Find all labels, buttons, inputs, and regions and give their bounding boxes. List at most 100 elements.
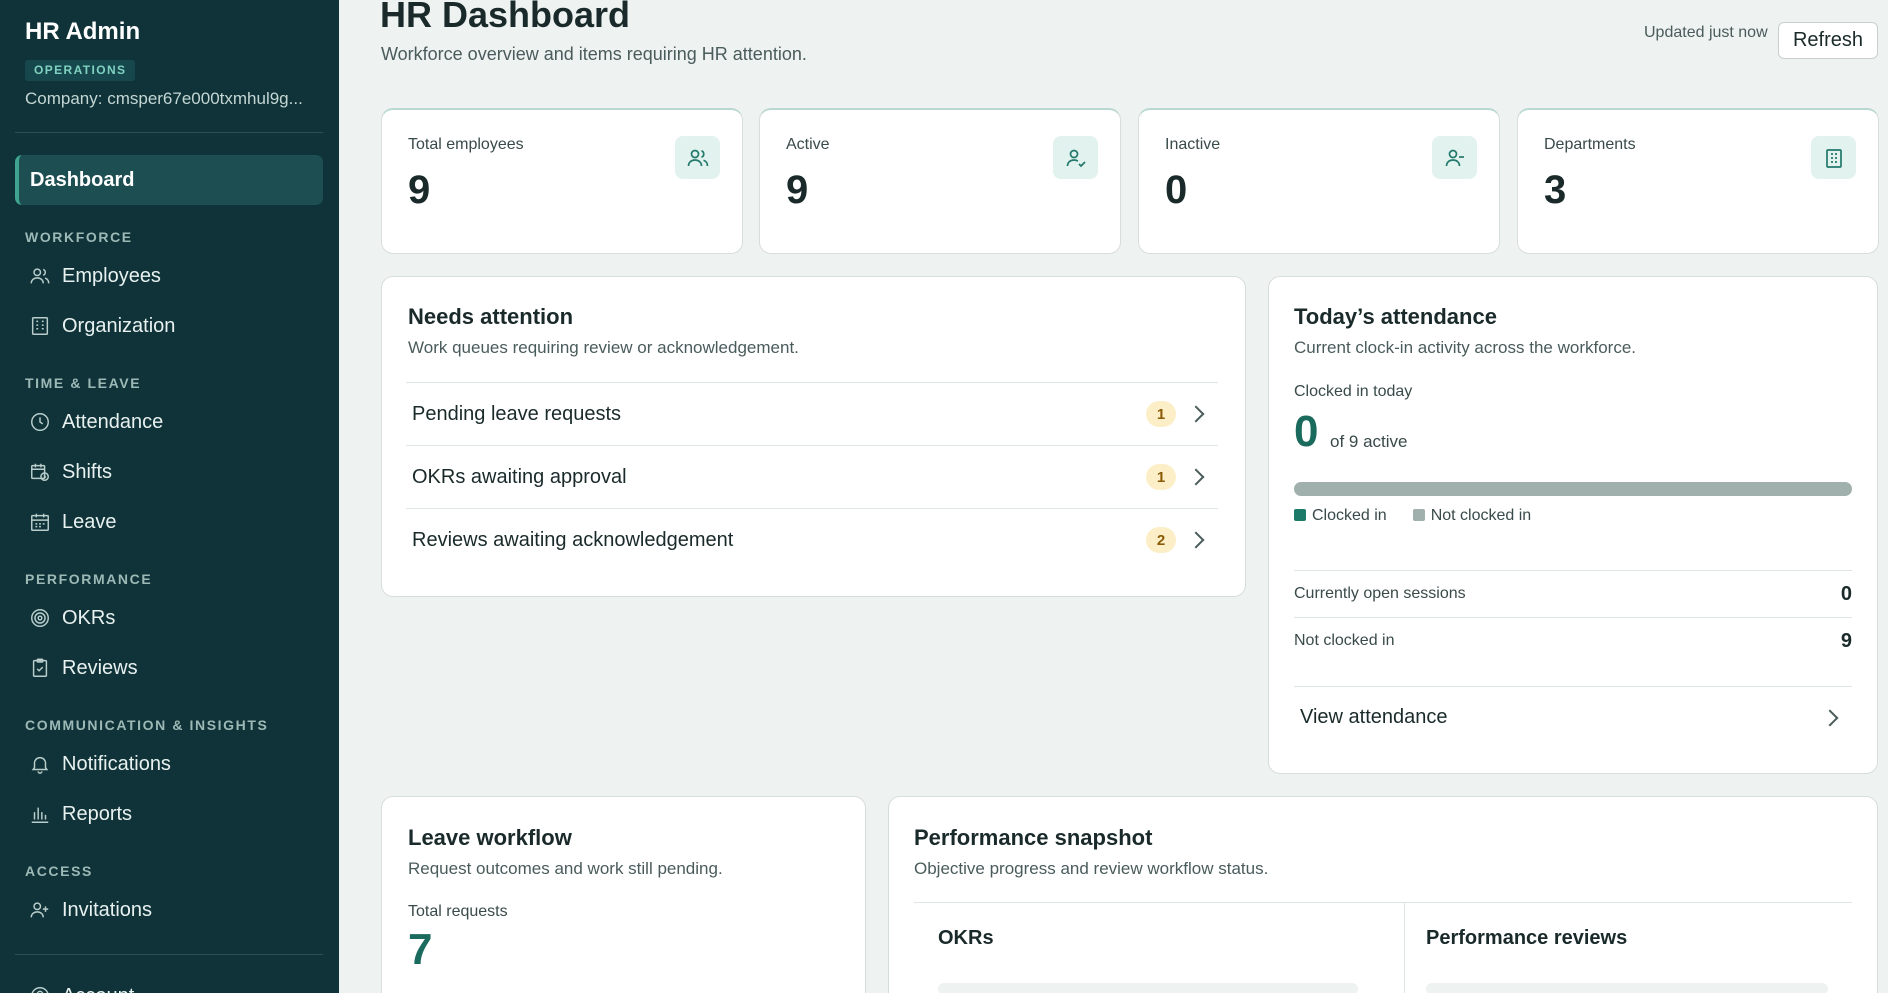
bell-icon [31,756,49,774]
sidebar-item-okrs[interactable]: OKRs [29,602,115,634]
sidebar-item-shifts[interactable]: Shifts [29,456,112,488]
bar-chart-icon [31,807,49,823]
chevron-right-icon [1821,709,1839,726]
user-check-icon [1053,136,1098,179]
sidebar-item-label: OKRs [62,606,116,629]
attendance-subtitle: Current clock-in activity across the wor… [1294,338,1636,357]
stat-value: 0 [1165,168,1188,212]
user-circle-icon [31,987,49,993]
users-icon [30,268,50,284]
not-clocked-value: 9 [1840,629,1852,652]
legend-label: Clocked in [1312,507,1387,524]
sidebar-item-reports[interactable]: Reports [29,798,132,830]
performance-divider [914,902,1852,903]
needs-attention-subtitle: Work queues requiring review or acknowle… [408,338,799,357]
okrs-column-title: OKRs [938,927,994,949]
page-subtitle: Workforce overview and items requiring H… [381,44,807,64]
chevron-right-icon [1187,468,1205,486]
stat-value: 9 [408,168,431,212]
clipboard-check-icon [32,658,48,677]
count-badge: 2 [1146,527,1176,553]
count-badge: 1 [1146,464,1176,490]
users-icon [675,136,720,179]
section-time-leave: TIME & LEAVE [25,375,142,391]
reviews-progress-bar [1426,983,1828,993]
clocked-in-value: 0 [1294,407,1319,456]
stat-card-active: Active 9 [759,108,1121,254]
not-clocked-label: Not clocked in [1294,632,1395,649]
count-badge: 1 [1146,401,1176,427]
legend-not-clocked-in: Not clocked in [1412,507,1532,525]
company-label: Company: cmsper67e000txmhul9g... [25,89,303,108]
okrs-progress-bar [938,983,1358,993]
section-access: ACCESS [25,863,93,879]
row-label: Pending leave requests [412,402,622,425]
row-label: Reviews awaiting acknowledgement [412,528,734,551]
performance-title: Performance snapshot [914,825,1153,850]
sidebar-item-account[interactable]: Account [29,980,134,993]
stat-card-inactive: Inactive 0 [1138,108,1500,254]
chevron-right-icon [1187,405,1205,423]
sidebar-item-reviews[interactable]: Reviews [29,652,138,684]
legend-clocked-in: Clocked in [1294,507,1387,525]
total-requests-label: Total requests [408,903,508,920]
attendance-progress-bar [1294,482,1852,496]
updated-status: Updated just now [1644,24,1768,41]
total-requests-value: 7 [408,925,433,974]
stat-label: Inactive [1165,136,1221,153]
stat-label: Departments [1544,136,1636,153]
stat-label: Total employees [408,136,524,153]
sidebar-item-organization[interactable]: Organization [29,310,175,342]
row-label: OKRs awaiting approval [412,465,627,488]
not-clocked-row: Not clocked in 9 [1294,617,1852,664]
open-sessions-label: Currently open sessions [1294,585,1466,602]
performance-subtitle: Objective progress and review workflow s… [914,859,1269,878]
building-icon [1811,136,1856,179]
sidebar-item-invitations[interactable]: Invitations [29,894,152,926]
view-attendance-link[interactable]: View attendance [1294,686,1852,748]
sidebar-divider [15,132,323,133]
performance-column-divider [1404,903,1405,993]
attendance-legend: Clocked in Not clocked in [1294,507,1557,525]
clocked-in-label: Clocked in today [1294,383,1413,400]
of-active-label: of 9 active [1330,432,1408,451]
sidebar-item-notifications[interactable]: Notifications [29,748,171,780]
attention-row-okrs-approval[interactable]: OKRs awaiting approval 1 [406,445,1218,508]
sidebar-item-leave[interactable]: Leave [29,506,117,538]
stat-card-departments: Departments 3 [1517,108,1879,254]
needs-attention-title: Needs attention [408,304,574,329]
open-sessions-row: Currently open sessions 0 [1294,570,1852,617]
legend-label: Not clocked in [1430,507,1532,524]
sidebar-item-label: Notifications [62,752,171,775]
reviews-column-title: Performance reviews [1426,927,1628,949]
stat-label: Active [786,136,830,153]
sidebar-item-label: Organization [62,314,176,337]
refresh-button[interactable]: Refresh [1778,22,1878,59]
sidebar-item-label: Account [62,985,134,993]
user-plus-icon [30,902,49,918]
attendance-title: Today’s attendance [1294,304,1497,329]
user-minus-icon [1432,136,1477,179]
open-sessions-value: 0 [1840,582,1852,605]
leave-workflow-subtitle: Request outcomes and work still pending. [408,859,723,878]
app-title: HR Admin [25,18,141,45]
section-communication: COMMUNICATION & INSIGHTS [25,717,269,733]
building-icon [31,317,49,335]
stat-value: 3 [1544,168,1567,212]
stat-card-total-employees: Total employees 9 [381,108,743,254]
section-workforce: WORKFORCE [25,229,133,245]
sidebar-item-label: Shifts [62,460,113,483]
sidebar-item-label: Attendance [62,410,164,433]
attention-row-pending-leave[interactable]: Pending leave requests 1 [406,382,1218,445]
attention-row-reviews-ack[interactable]: Reviews awaiting acknowledgement 2 [406,508,1218,571]
target-icon [31,609,49,627]
view-attendance-label: View attendance [1300,706,1448,728]
sidebar-item-attendance[interactable]: Attendance [29,406,163,438]
sidebar-item-employees[interactable]: Employees [29,260,161,292]
stat-value: 9 [786,168,809,212]
sidebar-divider [15,954,323,955]
sidebar-item-dashboard[interactable]: Dashboard [15,155,323,205]
chevron-right-icon [1187,531,1205,549]
sidebar-item-label: Reports [62,802,133,825]
role-badge: OPERATIONS [25,60,136,81]
